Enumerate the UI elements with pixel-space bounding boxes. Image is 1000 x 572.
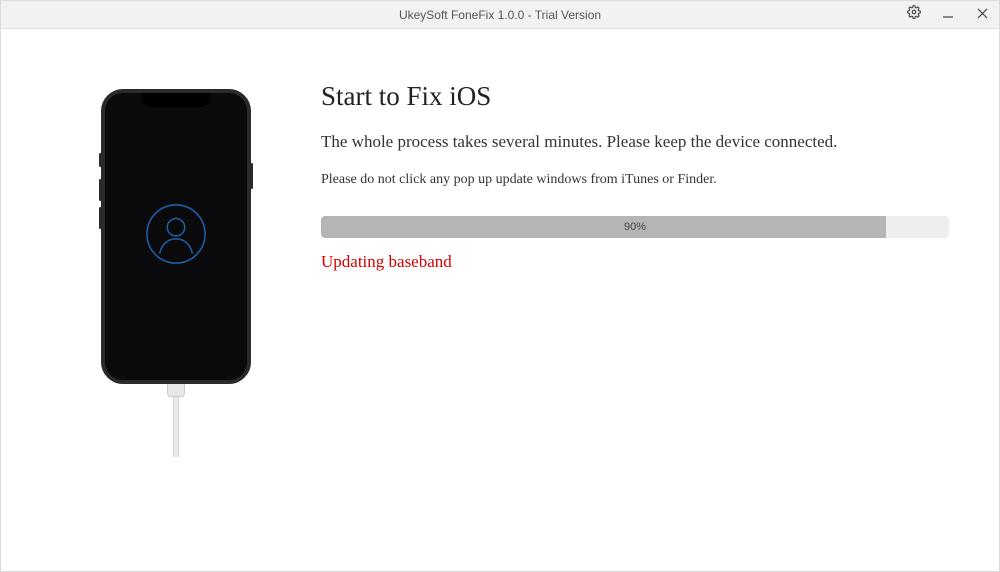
gear-icon [907,5,921,24]
phone-connector [167,383,185,397]
phone-frame [101,89,251,384]
phone-cable [173,397,179,457]
settings-button[interactable] [897,1,931,29]
titlebar: UkeySoft FoneFix 1.0.0 - Trial Version [1,1,999,29]
device-illustration [31,79,321,541]
status-text: Updating baseband [321,252,949,272]
progress-bar: 90% [321,216,949,238]
minimize-button[interactable] [931,1,965,29]
titlebar-controls [897,1,999,28]
page-warning: Please do not click any pop up update wi… [321,172,949,188]
main-panel: Start to Fix iOS The whole process takes… [321,79,969,541]
progress-label: 90% [321,216,949,238]
page-heading: Start to Fix iOS [321,81,949,112]
minimize-icon [942,6,954,24]
window-title: UkeySoft FoneFix 1.0.0 - Trial Version [1,8,999,22]
content-area: Start to Fix iOS The whole process takes… [1,29,999,571]
app-window: UkeySoft FoneFix 1.0.0 - Trial Version [0,0,1000,572]
close-icon [977,6,988,24]
close-button[interactable] [965,1,999,29]
page-subheading: The whole process takes several minutes.… [321,132,949,152]
person-icon [145,203,207,270]
